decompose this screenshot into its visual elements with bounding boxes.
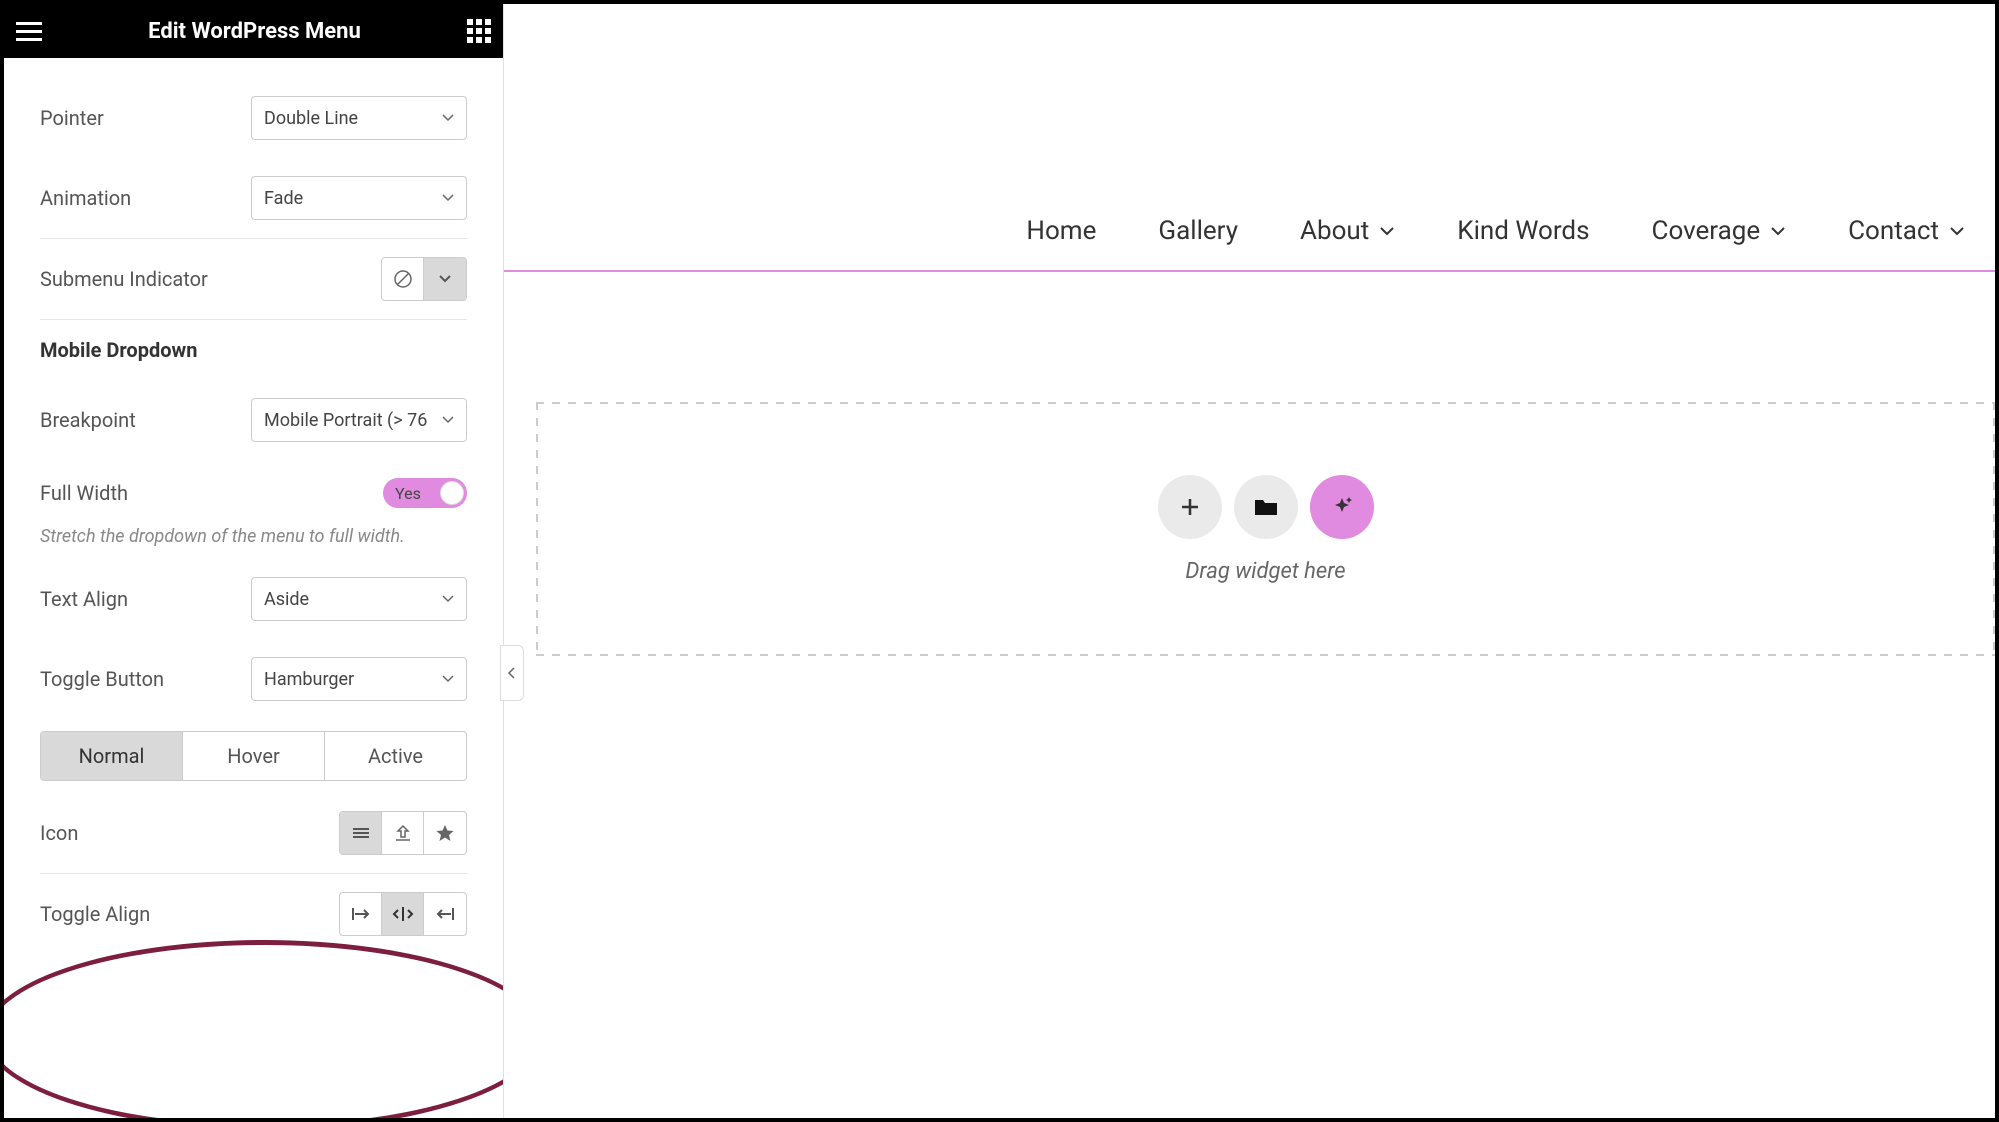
icon-star-option[interactable] [424,812,466,854]
drop-text: Drag widget here [1185,559,1345,584]
align-left-option[interactable] [340,893,382,935]
state-tabs: Normal Hover Active [40,731,467,781]
tab-hover[interactable]: Hover [183,732,325,780]
toggle-align-label: Toggle Align [40,902,150,926]
align-center-option[interactable] [382,893,424,935]
menu-icon[interactable] [16,22,42,41]
chevron-down-icon [1379,226,1395,236]
chevron-down-icon [442,114,454,122]
tab-active[interactable]: Active [325,732,466,780]
icon-hamburger-option[interactable] [340,812,382,854]
plus-icon [1178,495,1202,519]
align-right-icon [434,905,456,923]
sparkle-icon [1329,494,1355,520]
collapse-sidebar-handle[interactable] [500,645,524,701]
text-align-select[interactable]: Aside [251,577,467,621]
star-icon [435,823,455,843]
nav-item-home[interactable]: Home [1026,216,1096,246]
chevron-down-icon [442,675,454,683]
icon-upload-option[interactable] [382,812,424,854]
submenu-indicator-group [381,257,467,301]
nav-underline [504,270,1995,272]
field-toggle-align: Toggle Align Center [40,874,467,954]
breakpoint-label: Breakpoint [40,408,136,432]
pointer-select[interactable]: Double Line [251,96,467,140]
full-width-helper: Stretch the dropdown of the menu to full… [40,526,467,559]
field-icon: Icon [40,793,467,873]
nav-item-about[interactable]: About [1300,216,1395,246]
nav-item-kind-words[interactable]: Kind Words [1457,216,1589,246]
submenu-label: Submenu Indicator [40,267,208,291]
chevron-down-icon [438,274,452,284]
field-toggle-button: Toggle Button Hamburger [40,639,467,719]
nav-item-gallery[interactable]: Gallery [1158,216,1238,246]
chevron-down-icon [442,194,454,202]
align-center-icon [392,905,414,923]
field-text-align: Text Align Aside [40,559,467,639]
field-animation: Animation Fade [40,158,467,238]
add-widget-button[interactable] [1158,475,1222,539]
full-width-toggle[interactable]: Yes [383,478,467,508]
folder-icon [1253,496,1279,518]
align-left-icon [350,905,372,923]
field-pointer: Pointer Double Line [40,78,467,158]
chevron-down-icon [442,416,454,424]
chevron-left-icon [507,666,517,680]
nav-item-coverage[interactable]: Coverage [1652,216,1787,246]
breakpoint-select[interactable]: Mobile Portrait (> 76 [251,398,467,442]
sidebar: Edit WordPress Menu Pointer Double Line … [4,4,504,1118]
text-align-label: Text Align [40,587,128,611]
preview-area: Home Gallery About Kind Words Coverage C… [504,4,1995,1118]
field-breakpoint: Breakpoint Mobile Portrait (> 76 [40,380,467,460]
apps-icon[interactable] [467,19,491,43]
panel-title: Edit WordPress Menu [42,19,467,44]
icon-options [339,811,467,855]
sidebar-header: Edit WordPress Menu [4,4,503,58]
drop-zone[interactable]: Drag widget here [536,402,1995,656]
full-width-label: Full Width [40,481,128,505]
panel-body: Pointer Double Line Animation Fade Subme… [4,58,503,1118]
animation-label: Animation [40,186,131,210]
tab-normal[interactable]: Normal [41,732,183,780]
toggle-button-label: Toggle Button [40,667,164,691]
align-right-option[interactable] [424,893,466,935]
pointer-label: Pointer [40,106,104,130]
nav-item-contact[interactable]: Contact [1848,216,1965,246]
toggle-knob [440,481,464,505]
folder-button[interactable] [1234,475,1298,539]
none-icon [393,269,413,289]
upload-icon [393,823,413,843]
toggle-button-select[interactable]: Hamburger [251,657,467,701]
mobile-dropdown-section: Mobile Dropdown [40,320,467,380]
field-full-width: Full Width Yes [40,460,467,526]
drop-actions [1158,475,1374,539]
nav-menu: Home Gallery About Kind Words Coverage C… [1026,216,1965,246]
chevron-down-icon [1770,226,1786,236]
submenu-chevron-option[interactable] [424,258,466,300]
ai-button[interactable] [1310,475,1374,539]
chevron-down-icon [1949,226,1965,236]
chevron-down-icon [442,595,454,603]
animation-select[interactable]: Fade [251,176,467,220]
icon-label: Icon [40,821,78,845]
annotation-ellipse [4,940,503,1118]
field-submenu-indicator: Submenu Indicator [40,239,467,319]
submenu-none-option[interactable] [382,258,424,300]
hamburger-lines-icon [351,825,371,841]
toggle-align-options: Center [339,892,467,936]
